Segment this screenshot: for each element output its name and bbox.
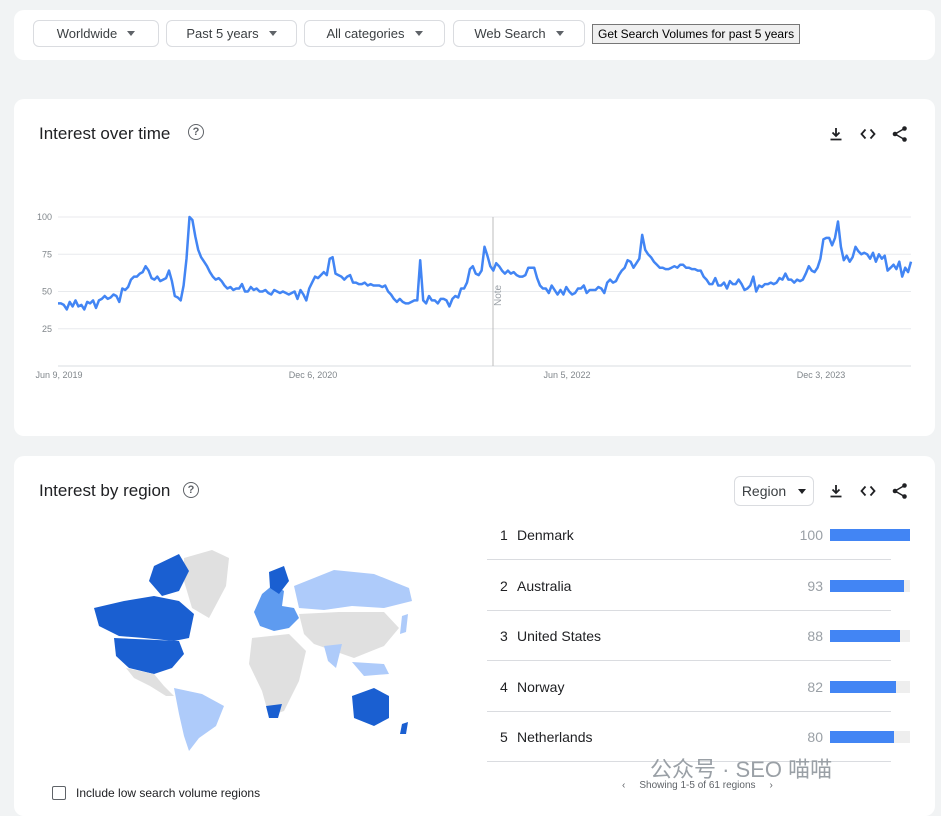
note-marker-label[interactable]: Note <box>493 284 504 306</box>
region-row[interactable]: 1 Denmark 100 <box>487 510 910 560</box>
caret-down-icon <box>268 31 277 36</box>
map-region-australia[interactable] <box>352 688 389 726</box>
region-row[interactable]: 2 Australia 93 <box>487 561 910 611</box>
share-icon[interactable] <box>890 481 910 501</box>
region-bar-fill <box>830 731 894 743</box>
region-bar-fill <box>830 630 901 642</box>
caret-down-icon <box>414 31 423 36</box>
world-map[interactable] <box>84 546 434 751</box>
watermark-text: 公众号 · SEO 喵喵 <box>650 757 833 782</box>
region-filter-dropdown[interactable]: Worldwide <box>33 20 159 47</box>
region-value: 88 <box>807 628 823 644</box>
category-filter-label: All categories <box>326 26 405 41</box>
region-row[interactable]: 3 United States 88 <box>487 611 910 661</box>
map-region-japan[interactable] <box>400 614 408 634</box>
region-bar-track <box>830 680 910 693</box>
region-value: 80 <box>807 729 823 745</box>
region-bar-track <box>830 529 910 541</box>
region-bar-track <box>830 731 910 743</box>
time-filter-label: Past 5 years <box>186 26 259 41</box>
map-region-canada-islands[interactable] <box>149 554 189 596</box>
region-value: 100 <box>799 527 823 543</box>
region-rank: 2 <box>500 577 508 594</box>
map-region-russia[interactable] <box>294 570 412 610</box>
region-name: Denmark <box>517 527 574 543</box>
region-value: 82 <box>807 678 823 695</box>
pager-prev-icon[interactable]: ‹ <box>622 780 625 791</box>
resolution-select[interactable]: Region <box>734 476 814 506</box>
region-name: Norway <box>517 678 565 695</box>
region-name: Netherlands <box>517 729 593 745</box>
property-filter-label: Web Search <box>474 26 546 41</box>
get-search-volumes-button[interactable]: Get Search Volumes for past 5 years <box>592 24 801 44</box>
caret-down-icon <box>798 488 807 494</box>
map-region-south-africa[interactable] <box>266 704 282 718</box>
region-rank: 3 <box>500 628 508 644</box>
property-filter-dropdown[interactable]: Web Search <box>453 20 585 47</box>
resolution-select-label: Region <box>741 483 787 499</box>
region-bar-fill <box>830 579 905 592</box>
region-rank: 4 <box>500 678 508 695</box>
region-bar-track <box>830 579 910 592</box>
time-filter-dropdown[interactable]: Past 5 years <box>166 20 297 47</box>
region-bar-fill <box>830 680 896 693</box>
region-bar-fill <box>830 529 910 541</box>
map-region-greenland[interactable] <box>184 550 229 618</box>
map-region-south-america[interactable] <box>174 688 224 751</box>
map-region-new-zealand[interactable] <box>400 722 408 734</box>
region-name: United States <box>517 628 602 644</box>
region-value: 93 <box>807 577 823 594</box>
low-volume-checkbox-label: Include low search volume regions <box>76 786 261 800</box>
map-region-africa[interactable] <box>249 634 306 716</box>
region-filter-label: Worldwide <box>56 26 118 41</box>
region-bar-track <box>830 630 910 642</box>
caret-down-icon <box>555 31 564 36</box>
map-region-southeast-asia[interactable] <box>352 662 389 676</box>
embed-code-icon[interactable] <box>858 481 878 501</box>
watermark: 公众号 · SEO 喵喵 <box>650 752 832 784</box>
region-rank: 1 <box>500 527 508 543</box>
interest-over-time-card: Interest over time ? Note 100 75 50 25 Jun … <box>14 99 935 436</box>
filter-bar: Worldwide Past 5 years All categories We… <box>14 10 935 60</box>
y-tick-label: 25 <box>42 324 52 334</box>
region-name: Australia <box>517 577 572 594</box>
low-volume-regions-option[interactable]: Include low search volume regions <box>52 786 260 800</box>
map-region-india[interactable] <box>324 644 342 668</box>
low-volume-checkbox[interactable] <box>52 786 66 800</box>
x-tick-label: Dec 6, 2020 <box>289 370 338 380</box>
y-tick-label: 100 <box>37 212 52 222</box>
caret-down-icon <box>127 31 136 36</box>
help-icon[interactable]: ? <box>183 482 199 498</box>
download-icon[interactable] <box>826 481 846 501</box>
interest-over-time-chart: Note 100 75 50 25 Jun 9, 2019 Dec 6, 2020 Jun… <box>35 212 913 380</box>
region-rank: 5 <box>500 729 508 745</box>
category-filter-dropdown[interactable]: All categories <box>304 20 445 47</box>
interest-by-region-title: Interest by region <box>39 481 171 500</box>
y-tick-label: 75 <box>42 249 52 259</box>
region-row[interactable]: 4 Norway 82 <box>487 662 910 712</box>
series-line[interactable] <box>58 215 913 311</box>
map-region-united-states[interactable] <box>114 638 184 674</box>
map-region-asia[interactable] <box>299 612 399 658</box>
x-tick-label: Dec 3, 2023 <box>797 370 846 380</box>
map-region-canada[interactable] <box>94 596 194 641</box>
y-tick-label: 50 <box>42 287 52 297</box>
x-tick-label: Jun 9, 2019 <box>35 370 82 380</box>
x-tick-label: Jun 5, 2022 <box>543 370 590 380</box>
